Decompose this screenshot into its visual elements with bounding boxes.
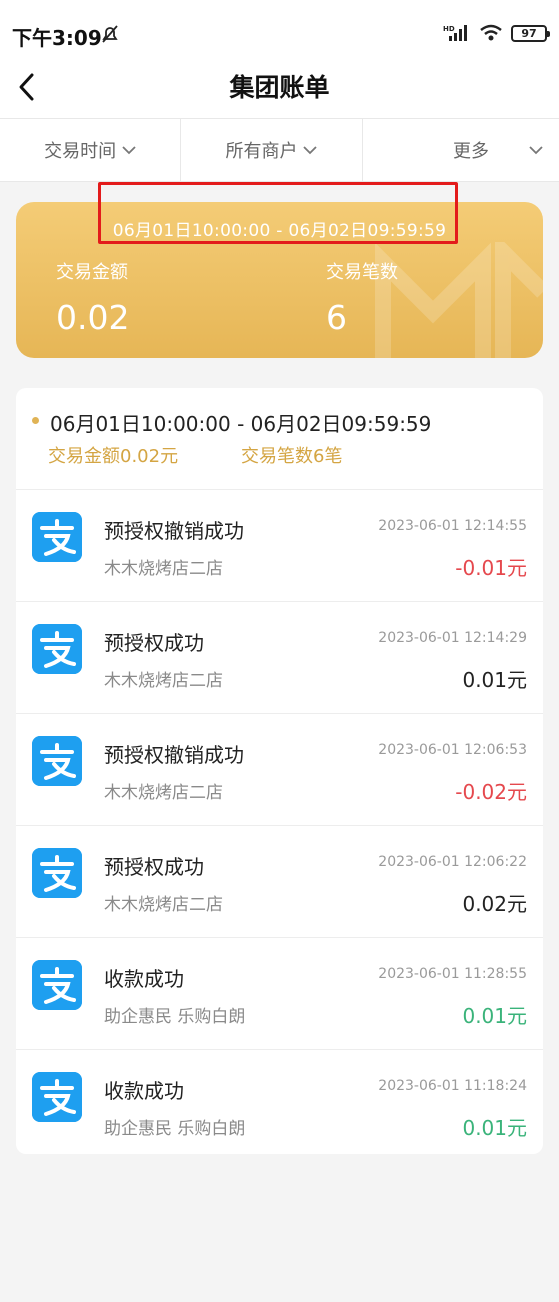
transaction-title: 收款成功 (104, 967, 184, 991)
status-bar: 下午3:09 HD 97 (0, 0, 559, 64)
filter-bar: 交易时间 所有商户 更多 (0, 118, 559, 182)
transaction-merchant: 木木烧烤店二店 (104, 783, 223, 803)
transaction-title: 预授权撤销成功 (104, 519, 244, 543)
transaction-row[interactable]: 收款成功 助企惠民 乐购白朗 2023-06-01 11:28:55 0.01元 (16, 938, 543, 1050)
filter-label: 更多 (452, 141, 489, 162)
filter-label: 交易时间 (44, 141, 117, 162)
transaction-time: 2023-06-01 12:14:29 (378, 630, 527, 646)
alipay-icon (32, 736, 82, 786)
transaction-row[interactable]: 预授权成功 木木烧烤店二店 2023-06-01 12:14:29 0.01元 (16, 602, 543, 714)
status-time: 下午3:09 (12, 26, 102, 50)
bell-off-icon (102, 25, 118, 43)
transaction-merchant: 木木烧烤店二店 (104, 559, 223, 579)
page-title: 集团账单 (229, 73, 330, 102)
alipay-icon (32, 624, 82, 674)
transaction-row[interactable]: 预授权成功 木木烧烤店二店 2023-06-01 12:06:22 0.02元 (16, 826, 543, 938)
transaction-amount: -0.01元 (455, 556, 527, 580)
chevron-down-icon (529, 146, 543, 155)
transaction-amount: 0.01元 (462, 1116, 527, 1140)
highlight-annotation-box (98, 182, 458, 244)
watermark-logo-icon (375, 242, 543, 358)
wifi-icon (480, 24, 502, 41)
summary-amount-label: 交易金额 (56, 262, 128, 283)
transaction-row[interactable]: 收款成功 助企惠民 乐购白朗 2023-06-01 11:18:24 0.01元 (16, 1050, 543, 1162)
transaction-amount: 0.01元 (462, 668, 527, 692)
transaction-time: 2023-06-01 12:06:53 (378, 742, 527, 758)
status-right: HD 97 (443, 24, 550, 42)
nav-bar: 集团账单 (0, 64, 559, 118)
transaction-title: 预授权撤销成功 (104, 743, 244, 767)
transaction-time: 2023-06-01 11:28:55 (378, 966, 527, 982)
list-count-summary: 交易笔数6笔 (241, 446, 343, 467)
transaction-time: 2023-06-01 12:14:55 (378, 518, 527, 534)
signal-icon: HD (443, 25, 467, 41)
filter-more[interactable]: 更多 (363, 119, 559, 181)
transaction-row[interactable]: 预授权撤销成功 木木烧烤店二店 2023-06-01 12:06:53 -0.0… (16, 714, 543, 826)
list-header: 06月01日10:00:00 - 06月02日09:59:59 交易金额0.02… (16, 388, 543, 490)
transaction-row[interactable]: 预授权撤销成功 木木烧烤店二店 2023-06-01 12:14:55 -0.0… (16, 490, 543, 602)
summary-amount-value: 0.02 (56, 298, 130, 337)
transaction-merchant: 助企惠民 乐购白朗 (104, 1007, 246, 1027)
chevron-down-icon (122, 146, 136, 155)
list-date-range: 06月01日10:00:00 - 06月02日09:59:59 (50, 412, 432, 436)
list-amount-summary: 交易金额0.02元 (48, 446, 179, 467)
filter-label: 所有商户 (225, 141, 298, 162)
transaction-merchant: 木木烧烤店二店 (104, 895, 223, 915)
transaction-title: 收款成功 (104, 1079, 184, 1103)
bullet-dot (32, 417, 39, 424)
alipay-icon (32, 512, 82, 562)
battery-icon: 97 (511, 24, 550, 42)
transaction-merchant: 助企惠民 乐购白朗 (104, 1119, 246, 1139)
transaction-merchant: 木木烧烤店二店 (104, 671, 223, 691)
filter-all-merchants[interactable]: 所有商户 (181, 119, 363, 181)
transaction-time: 2023-06-01 11:18:24 (378, 1078, 527, 1094)
transaction-title: 预授权成功 (104, 855, 204, 879)
alipay-icon (32, 1072, 82, 1122)
alipay-icon (32, 960, 82, 1010)
summary-count-label: 交易笔数 (326, 262, 398, 283)
transaction-amount: -0.02元 (455, 780, 527, 804)
transaction-title: 预授权成功 (104, 631, 204, 655)
transaction-amount: 0.02元 (462, 892, 527, 916)
network-type: HD (443, 25, 455, 33)
transaction-list-card: 06月01日10:00:00 - 06月02日09:59:59 交易金额0.02… (16, 388, 543, 1154)
transaction-time: 2023-06-01 12:06:22 (378, 854, 527, 870)
chevron-down-icon (303, 146, 318, 155)
transaction-amount: 0.01元 (462, 1004, 527, 1028)
summary-count-value: 6 (326, 298, 347, 337)
alipay-icon (32, 848, 82, 898)
filter-transaction-time[interactable]: 交易时间 (0, 119, 182, 181)
